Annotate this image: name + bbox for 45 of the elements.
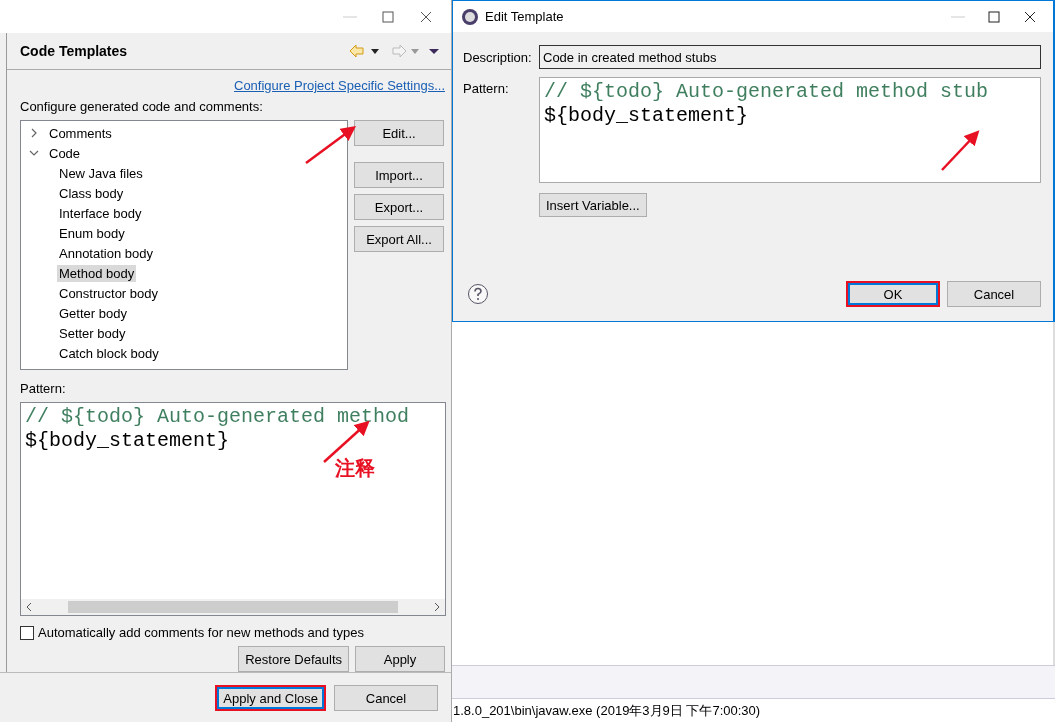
tree-item[interactable]: Setter body	[57, 324, 128, 342]
dialog-button[interactable]: Cancel	[947, 281, 1041, 307]
tree-item[interactable]: New Java files	[57, 164, 145, 182]
tree-item[interactable]: Method body	[57, 264, 137, 282]
side-button[interactable]: Import...	[354, 162, 444, 188]
checkbox[interactable]	[20, 625, 34, 640]
description-label: Description:	[463, 49, 533, 65]
side-button[interactable]: Export All...	[354, 226, 444, 252]
footer-button[interactable]: Apply and Close	[215, 685, 326, 711]
footer-button[interactable]: Cancel	[334, 685, 438, 711]
code-line: // ${todo} Auto-generated method	[25, 405, 411, 429]
project-settings-link[interactable]: Configure Project Specific Settings...	[234, 78, 445, 93]
action-button[interactable]: Restore Defaults	[238, 646, 349, 672]
tree-item[interactable]: Code	[47, 144, 83, 162]
pattern-label: Pattern:	[20, 381, 67, 396]
pattern-label: Pattern:	[463, 80, 510, 96]
intro-text: Configure generated code and comments:	[20, 99, 264, 114]
tree-item[interactable]: Annotation body	[57, 244, 155, 262]
insert-variable-button[interactable]: Insert Variable...	[539, 193, 647, 217]
annotation-text: 注释	[335, 456, 375, 481]
code-line: // ${todo} Auto-generated method stub	[544, 80, 990, 104]
tree-item[interactable]: Interface body	[57, 204, 144, 222]
tree-item[interactable]: Comments	[47, 124, 114, 142]
chevron-icon[interactable]	[29, 128, 39, 138]
navigation-arrows-icon[interactable]	[349, 44, 441, 58]
side-button[interactable]: Export...	[354, 194, 444, 220]
horizontal-scrollbar[interactable]	[21, 599, 445, 615]
tree-item[interactable]: Class body	[57, 184, 126, 202]
page-title: Code Templates	[20, 43, 128, 59]
chevron-icon[interactable]	[29, 148, 39, 158]
dialog-button[interactable]: OK	[846, 281, 940, 307]
code-line: ${body_statement}	[25, 429, 231, 453]
description-field[interactable]: Code in created method stubs	[539, 45, 1041, 69]
pattern-editor[interactable]: // ${todo} Auto-generated method stub ${body_statement}	[539, 77, 1041, 183]
tree-item[interactable]: Getter body	[57, 304, 129, 322]
side-button[interactable]: Edit...	[354, 120, 444, 146]
dialog-title: Edit Template	[485, 9, 565, 24]
action-button[interactable]: Apply	[355, 646, 445, 672]
console-status: 1.8.0_201\bin\javaw.exe (2019年3月9日 下午7:00:30)	[452, 702, 762, 720]
code-line: ${body_statement}	[544, 104, 750, 128]
help-icon[interactable]	[467, 283, 489, 305]
tree-item[interactable]: Constructor body	[57, 284, 160, 302]
checkbox-label: Automatically add comments for new methods and types	[38, 625, 364, 640]
tree-item[interactable]: Enum body	[57, 224, 127, 242]
tree-item[interactable]: Catch block body	[57, 344, 161, 362]
